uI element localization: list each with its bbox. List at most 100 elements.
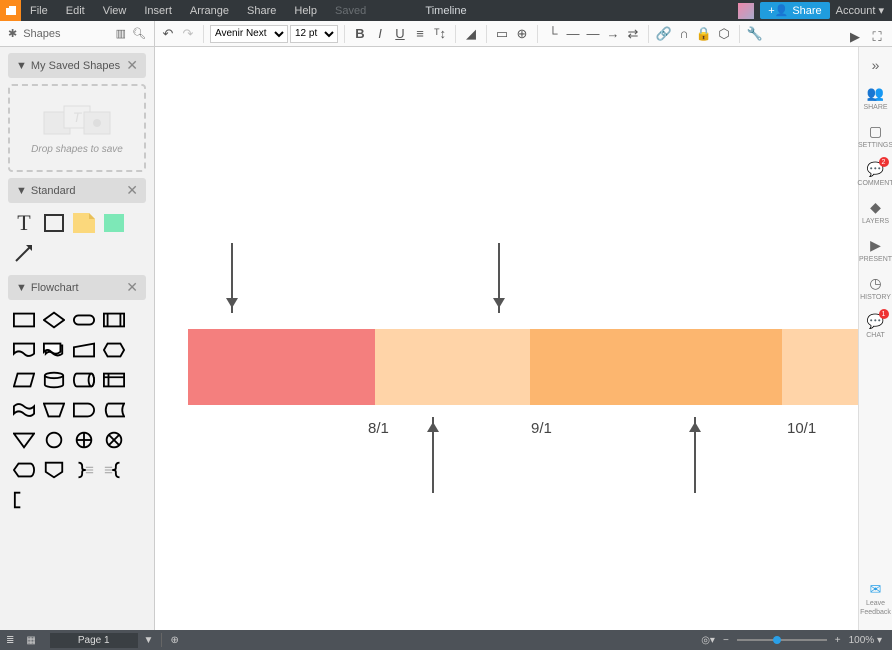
zoom-slider[interactable]	[737, 639, 827, 641]
zoom-in-icon[interactable]: +	[835, 635, 841, 646]
present-icon[interactable]: ▶	[846, 28, 864, 46]
shape-process[interactable]	[12, 308, 36, 332]
fullscreen-icon[interactable]: ⛶	[868, 28, 886, 46]
menu-share[interactable]: Share	[238, 5, 285, 17]
timeline-segment[interactable]	[530, 329, 781, 405]
text-overflow-icon[interactable]: ᵀ↕	[431, 25, 449, 43]
right-panel-item-chat[interactable]: 💬CHAT1	[859, 307, 892, 345]
target-icon[interactable]: ◎▾	[701, 635, 715, 646]
bold-icon[interactable]: B	[351, 25, 369, 43]
section-standard[interactable]: ▼ Standard ✕	[8, 178, 146, 203]
arrow-up[interactable]	[432, 417, 434, 493]
timeline-segment[interactable]	[782, 329, 858, 405]
document-title[interactable]: Timeline	[425, 5, 466, 17]
shape-delay[interactable]	[72, 398, 96, 422]
undo-icon[interactable]: ↶	[159, 25, 177, 43]
menu-view[interactable]: View	[94, 5, 136, 17]
italic-icon[interactable]: I	[371, 25, 389, 43]
arrow-down[interactable]	[498, 243, 500, 313]
feedback-button[interactable]: ✉ Leave Feedback	[859, 575, 892, 622]
right-panel-item-present[interactable]: ▶PRESENT	[859, 231, 892, 269]
redo-icon[interactable]: ↷	[179, 25, 197, 43]
shape-decision[interactable]	[42, 308, 66, 332]
position-icon[interactable]: ⊕	[513, 25, 531, 43]
line-solid-icon[interactable]: —	[564, 25, 582, 43]
line-end-icon[interactable]: →	[604, 25, 622, 43]
right-panel-item-layers[interactable]: ◆LAYERS	[859, 193, 892, 231]
link-icon[interactable]: 🔗	[655, 25, 673, 43]
shape-block[interactable]	[102, 211, 126, 235]
shape-note[interactable]	[72, 211, 96, 235]
shape-paper-tape[interactable]	[12, 398, 36, 422]
shape-manual-input[interactable]	[72, 338, 96, 362]
arrow-up[interactable]	[694, 417, 696, 493]
right-panel-item-collapse[interactable]: »	[859, 51, 892, 79]
shape-manual-op[interactable]	[42, 398, 66, 422]
avatar[interactable]	[738, 3, 754, 19]
close-icon[interactable]: ✕	[126, 57, 138, 74]
magnet-icon[interactable]: ∩	[675, 25, 693, 43]
menu-help[interactable]: Help	[285, 5, 326, 17]
line-elbow-icon[interactable]: └	[544, 25, 562, 43]
shape-note-bracket[interactable]	[12, 488, 36, 512]
shape-brace-open[interactable]	[102, 458, 126, 482]
search-icon[interactable]: 🔍︎	[132, 27, 146, 40]
shape-style-icon[interactable]: ▭	[493, 25, 511, 43]
fill-icon[interactable]: ◢	[462, 25, 480, 43]
gear-icon[interactable]: ✱	[8, 27, 17, 40]
shape-brace-close[interactable]	[72, 458, 96, 482]
timeline-segment[interactable]	[188, 329, 375, 405]
page-dropdown-icon[interactable]: ▼	[138, 635, 160, 646]
timeline-date-label[interactable]: 8/1	[368, 420, 389, 437]
font-family-select[interactable]: Avenir Next	[210, 25, 288, 43]
image-icon[interactable]: ▥	[116, 27, 126, 40]
shape-arrow[interactable]	[12, 241, 36, 265]
shape-offpage[interactable]	[42, 458, 66, 482]
section-saved-shapes[interactable]: ▼ My Saved Shapes ✕	[8, 53, 146, 78]
right-panel-item-settings[interactable]: ▢SETTINGS	[859, 117, 892, 155]
grid-view-icon[interactable]: ▦	[20, 635, 41, 646]
close-icon[interactable]: ✕	[126, 279, 138, 296]
share-button[interactable]: +👤 Share	[760, 2, 829, 19]
canvas[interactable]: 8/1 9/1 10/1	[155, 47, 858, 630]
shape-internal-storage[interactable]	[102, 368, 126, 392]
shape-preparation[interactable]	[102, 338, 126, 362]
right-panel-item-history[interactable]: ◷HISTORY	[859, 269, 892, 307]
shape-terminator[interactable]	[72, 308, 96, 332]
shape-merge[interactable]	[12, 428, 36, 452]
page-selector[interactable]: Page 1	[50, 633, 138, 648]
shape-text[interactable]: T	[12, 211, 36, 235]
add-page-icon[interactable]: ⊕	[164, 635, 184, 646]
arrow-down[interactable]	[231, 243, 233, 313]
shape-data[interactable]	[12, 368, 36, 392]
shape-rectangle[interactable]	[42, 211, 66, 235]
line-start-icon[interactable]: —	[584, 25, 602, 43]
shape-multidoc[interactable]	[42, 338, 66, 362]
underline-icon[interactable]: U	[391, 25, 409, 43]
shape-display[interactable]	[12, 458, 36, 482]
shape-sum[interactable]	[102, 428, 126, 452]
font-size-select[interactable]: 12 pt	[290, 25, 338, 43]
zoom-level[interactable]: 100% ▾	[849, 635, 882, 646]
right-panel-item-share[interactable]: 👥SHARE	[859, 79, 892, 117]
timeline-segment[interactable]	[375, 329, 530, 405]
shape-database[interactable]	[42, 368, 66, 392]
right-panel-item-comment[interactable]: 💬COMMENT2	[859, 155, 892, 193]
timeline-band[interactable]	[188, 329, 858, 405]
shape-stored-data[interactable]	[102, 398, 126, 422]
list-view-icon[interactable]: ≣	[0, 635, 20, 646]
align-icon[interactable]: ≡	[411, 25, 429, 43]
shape-or[interactable]	[72, 428, 96, 452]
close-icon[interactable]: ✕	[126, 182, 138, 199]
timeline-date-label[interactable]: 9/1	[531, 420, 552, 437]
menu-file[interactable]: File	[21, 5, 57, 17]
shape-connector[interactable]	[42, 428, 66, 452]
shape-predefined[interactable]	[102, 308, 126, 332]
lock-icon[interactable]: 🔒	[695, 25, 713, 43]
wrench-icon[interactable]: 🔧	[746, 25, 764, 43]
shape-direct-data[interactable]	[72, 368, 96, 392]
app-logo[interactable]	[0, 0, 21, 21]
section-flowchart[interactable]: ▼ Flowchart ✕	[8, 275, 146, 300]
menu-insert[interactable]: Insert	[135, 5, 181, 17]
timeline-date-label[interactable]: 10/1	[787, 420, 816, 437]
